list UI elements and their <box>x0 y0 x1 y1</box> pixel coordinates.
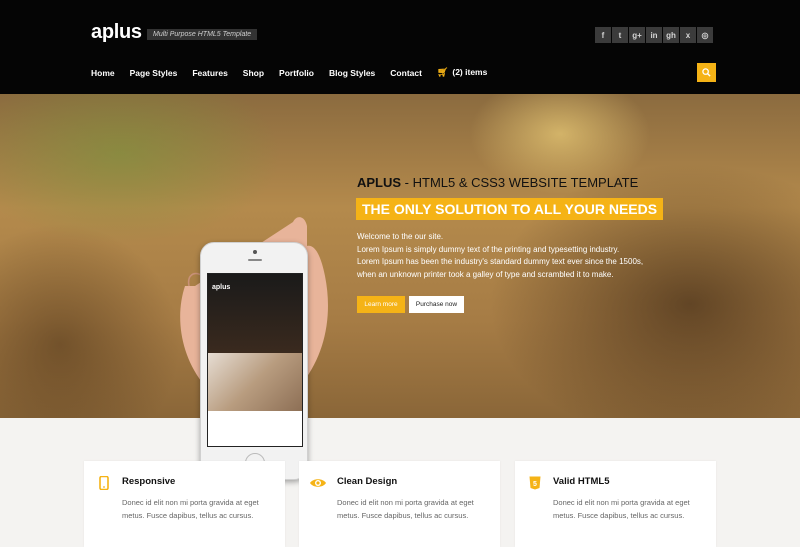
phone-camera <box>253 250 257 254</box>
phone-screen: aplus <box>207 273 303 447</box>
learn-more-button[interactable]: Learn more <box>357 296 405 313</box>
feature-title: Valid HTML5 <box>553 476 610 487</box>
nav-page-styles[interactable]: Page Styles <box>130 68 178 78</box>
feature-card-valid-html5: 5 Valid HTML5 Donec id elit non mi porta… <box>515 461 716 547</box>
svg-text:5: 5 <box>533 481 537 488</box>
cart-icon: 🛒︎ <box>436 67 449 77</box>
site-tagline: Multi Purpose HTML5 Template <box>147 29 258 40</box>
hero-title-rest: - HTML5 & CSS3 WEBSITE TEMPLATE <box>401 175 639 190</box>
nav-portfolio[interactable]: Portfolio <box>279 68 314 78</box>
eye-icon <box>310 479 326 487</box>
cart-label: (2) items <box>452 67 488 77</box>
feature-text: Donec id elit non mi porta gravida at eg… <box>553 498 690 520</box>
search-button[interactable] <box>697 63 716 82</box>
feature-text: Donec id elit non mi porta gravida at eg… <box>122 498 259 520</box>
site-header: aplus Multi Purpose HTML5 Template f t g… <box>0 0 800 94</box>
hero-text-line: Welcome to the our site. <box>357 232 444 241</box>
hero-title-brand: APLUS <box>357 175 402 190</box>
xing-icon[interactable]: x <box>680 27 696 43</box>
feature-title: Clean Design <box>337 476 398 487</box>
dribbble-icon[interactable]: ◎ <box>697 27 713 43</box>
search-icon <box>702 68 711 77</box>
feature-title: Responsive <box>122 476 176 487</box>
social-links: f t g+ in gh x ◎ <box>595 27 713 43</box>
phone-screen-logo: aplus <box>212 284 231 291</box>
site-logo[interactable]: aplus <box>91 21 142 44</box>
nav-cart[interactable]: 🛒︎ (2) items <box>437 67 487 78</box>
google-plus-icon[interactable]: g+ <box>629 27 645 43</box>
phone-screen-image <box>208 353 302 411</box>
phone-screen-text <box>208 411 302 419</box>
github-icon[interactable]: gh <box>663 27 679 43</box>
hero-text-line: Lorem Ipsum has been the industry's stan… <box>357 257 644 266</box>
feature-text: Donec id elit non mi porta gravida at eg… <box>337 498 474 520</box>
html5-icon: 5 <box>529 476 541 490</box>
feature-card-responsive: Responsive Donec id elit non mi porta gr… <box>84 461 285 547</box>
mobile-icon <box>99 476 109 490</box>
hero-section: aplus APLUS - HTML5 & CSS3 WEBSITE TEMPL… <box>0 94 800 480</box>
feature-card-clean-design: Clean Design Donec id elit non mi porta … <box>299 461 500 547</box>
hero-banner: THE ONLY SOLUTION TO ALL YOUR NEEDS <box>356 198 664 220</box>
hero-text: Welcome to the our site. Lorem Ipsum is … <box>357 231 643 281</box>
hero-title: APLUS - HTML5 & CSS3 WEBSITE TEMPLATE <box>357 175 638 190</box>
phone-speaker <box>248 259 262 261</box>
purchase-now-button[interactable]: Purchase now <box>409 296 464 313</box>
nav-features[interactable]: Features <box>192 68 227 78</box>
phone-mockup: aplus <box>200 242 308 480</box>
main-nav: Home Page Styles Features Shop Portfolio… <box>91 67 502 78</box>
twitter-icon[interactable]: t <box>612 27 628 43</box>
hero-text-line: Lorem Ipsum is simply dummy text of the … <box>357 244 620 254</box>
nav-home[interactable]: Home <box>91 68 115 78</box>
facebook-icon[interactable]: f <box>595 27 611 43</box>
linkedin-icon[interactable]: in <box>646 27 662 43</box>
hero-text-line: when an unknown printer took a galley of… <box>357 269 614 279</box>
nav-shop[interactable]: Shop <box>243 68 264 78</box>
nav-blog-styles[interactable]: Blog Styles <box>329 68 375 78</box>
nav-contact[interactable]: Contact <box>390 68 422 78</box>
phone-screen-header: aplus <box>208 274 302 353</box>
